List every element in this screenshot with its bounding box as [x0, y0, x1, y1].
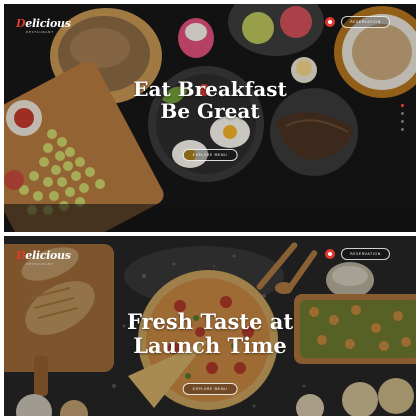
hero-heading: Fresh Taste at Launch Time [4, 310, 416, 357]
hero-heading-line-1: Eat Breakfast [133, 77, 287, 101]
pager-dot[interactable] [401, 104, 404, 107]
brand-tagline: RESTAURANT [26, 262, 54, 266]
slide-pager [401, 104, 404, 131]
reservation-button[interactable]: RESERVATION [341, 16, 390, 28]
hero-heading-line-2: Launch Time [133, 332, 287, 358]
hero-heading-line-1: Fresh Taste at [126, 309, 294, 334]
cart-icon[interactable] [325, 17, 336, 27]
brand-name: Delicious [16, 17, 71, 30]
reservation-button[interactable]: RESERVATION [341, 248, 390, 260]
brand-name: Delicious [16, 249, 71, 262]
hero-slide-breakfast: Delicious RESTAURANT RESERVATION Eat Bre… [4, 4, 416, 232]
header-actions: RESERVATION [325, 16, 390, 28]
brand-logo[interactable]: Delicious RESTAURANT [16, 14, 71, 34]
pager-dot[interactable] [401, 112, 404, 115]
hero-heading: Eat Breakfast Be Great [4, 78, 416, 123]
pager-dot[interactable] [401, 128, 404, 131]
pager-dot[interactable] [401, 120, 404, 123]
brand-tagline: RESTAURANT [26, 30, 54, 34]
explore-menu-button[interactable]: EXPLORE MENU [182, 149, 238, 161]
hero-slide-lunch: Delicious RESTAURANT RESERVATION Fresh T… [4, 236, 416, 416]
cart-icon[interactable] [325, 249, 336, 259]
hero-heading-line-2: Be Great [160, 99, 260, 124]
header-actions: RESERVATION [325, 248, 390, 260]
explore-menu-button[interactable]: EXPLORE MENU [182, 383, 238, 395]
brand-logo[interactable]: Delicious RESTAURANT [16, 246, 71, 266]
